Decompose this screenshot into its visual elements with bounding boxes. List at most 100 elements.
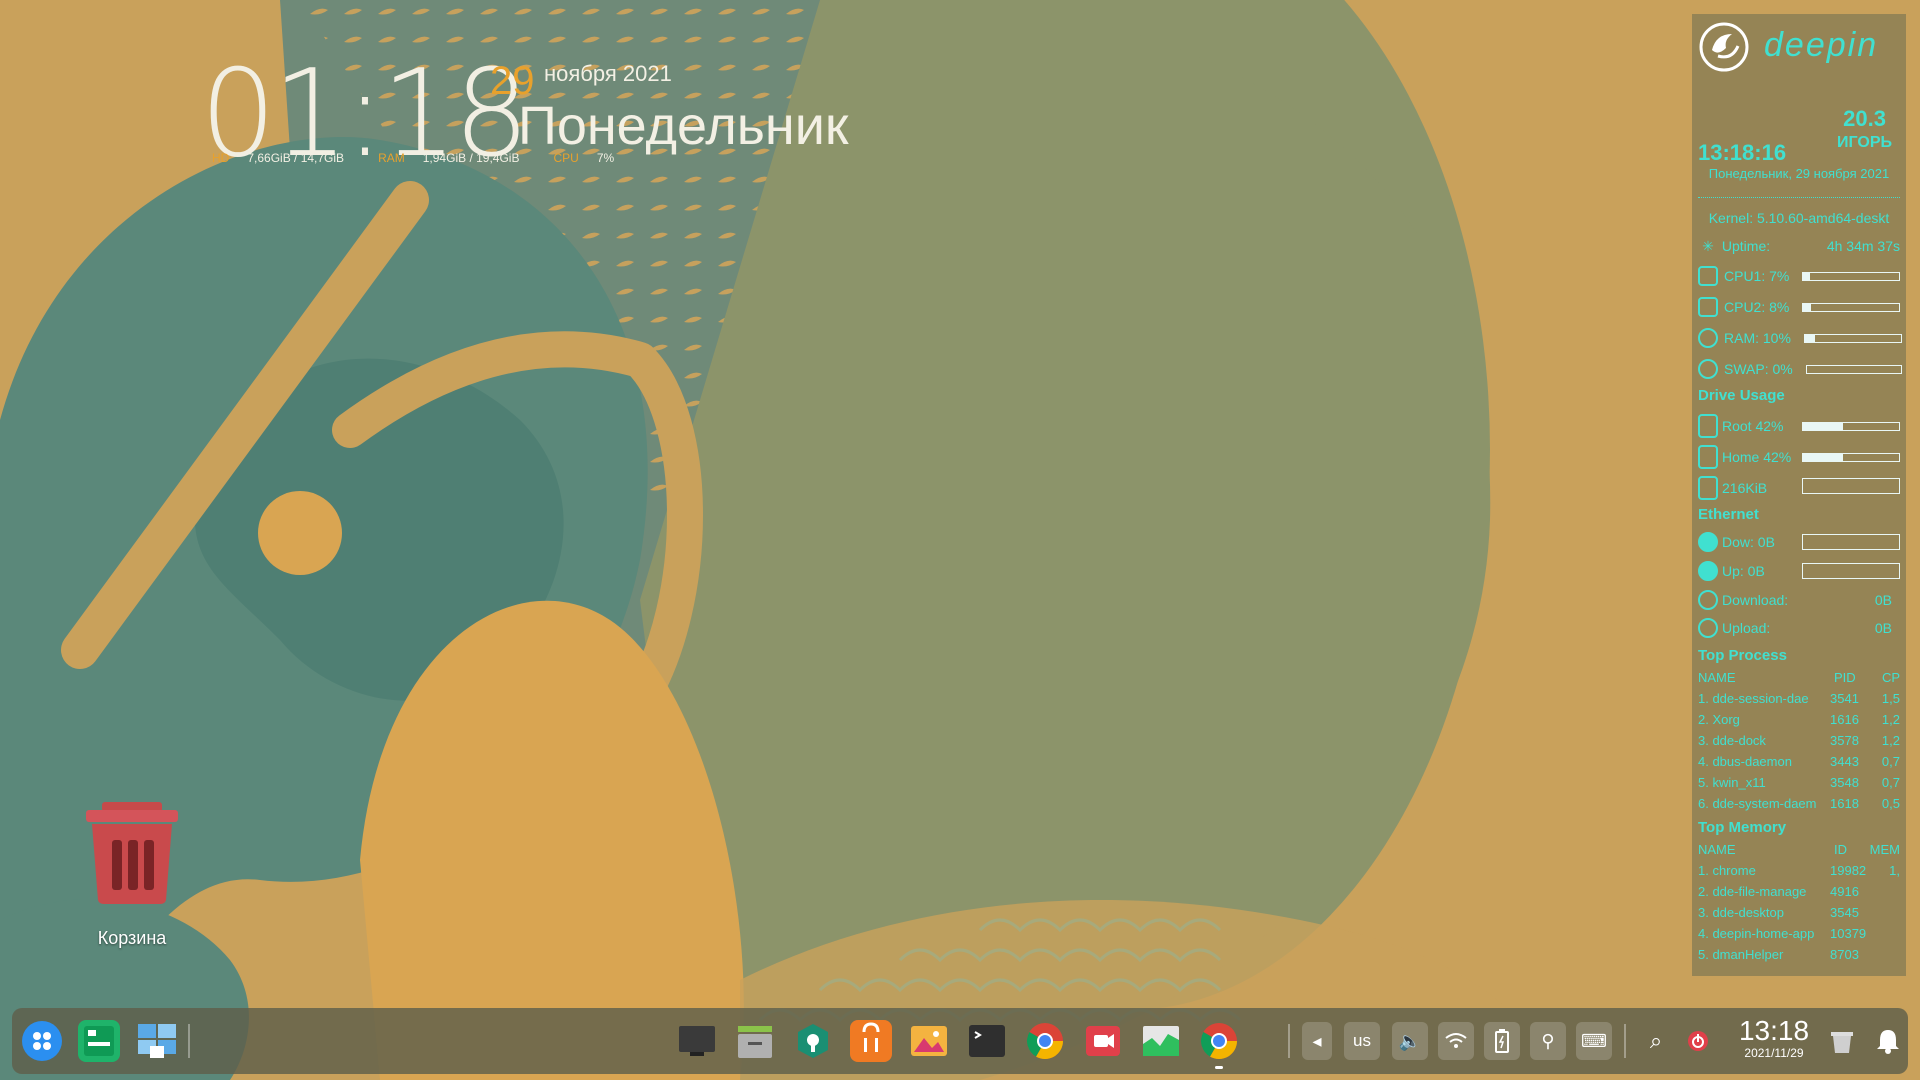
upload-total-row: Upload: 0B [1722, 618, 1900, 638]
cpu-icon [1698, 297, 1718, 317]
disk-io-graph [1802, 478, 1900, 494]
shutdown-button[interactable] [1680, 1022, 1716, 1060]
dock-clock[interactable]: 13:18 2021/11/29 [1734, 1015, 1814, 1061]
dock-separator [188, 1024, 190, 1058]
bell-icon [1877, 1030, 1899, 1054]
keyboard-layout-button[interactable]: us [1344, 1022, 1380, 1060]
deepin-logo-icon [1699, 22, 1749, 72]
uptime-icon: ✳ [1702, 238, 1714, 254]
chrome-icon [1026, 1023, 1063, 1060]
ethernet-title: Ethernet [1698, 506, 1759, 523]
home-usage-bar [1802, 453, 1900, 462]
process-row-value: 0,5 [1881, 796, 1900, 811]
image-viewer-icon [911, 1026, 947, 1056]
control-center-icon [798, 1024, 828, 1058]
search-button[interactable]: ⌕ [1638, 1022, 1674, 1060]
swap-bar [1806, 365, 1902, 374]
volume-button[interactable]: 🔈 [1392, 1022, 1428, 1060]
clock-system-stats: HD 7,66GiB / 14,7GiB RAM 1,94GiB / 19,4GiB C… [212, 151, 648, 165]
ram-value: 1,94GiB / 19,4GiB [422, 151, 520, 165]
dock-time: 13:18 [1738, 1015, 1810, 1046]
download-total-value: 0B [1874, 592, 1892, 608]
memory-row-value: 1, [1889, 863, 1900, 878]
onscreen-keyboard-button[interactable]: ⌨ [1576, 1022, 1612, 1060]
top-process-title: Top Process [1698, 647, 1787, 664]
system-monitor-icon [1143, 1026, 1179, 1056]
uptime-label: Uptime: [1721, 238, 1771, 254]
launcher-button[interactable] [22, 1021, 62, 1061]
multitask-icon [84, 1026, 114, 1056]
app-control-center[interactable] [792, 1020, 834, 1062]
usb-icon: ⚲ [1541, 1031, 1555, 1051]
workspace-button[interactable] [136, 1020, 178, 1062]
hd-value: 7,66GiB / 14,7GiB [247, 151, 345, 165]
download-graph [1802, 534, 1900, 550]
notification-button[interactable] [1870, 1022, 1906, 1060]
top-memory-title: Top Memory [1698, 819, 1787, 836]
download-total-icon [1698, 590, 1718, 610]
app-chrome[interactable] [1024, 1020, 1066, 1062]
chevron-left-icon: ◂ [1312, 1031, 1322, 1051]
trash-label: Корзина [97, 928, 167, 948]
upload-graph [1802, 563, 1900, 579]
divider [1698, 197, 1900, 198]
network-button[interactable] [1438, 1022, 1474, 1060]
memory-row-id: 10379 [1830, 926, 1867, 941]
tray-expand-button[interactable]: ◂ [1302, 1022, 1332, 1060]
keyboard-icon: ⌨ [1581, 1031, 1607, 1051]
cpu1-bar [1802, 272, 1900, 281]
app-chrome-2[interactable] [1198, 1020, 1240, 1069]
volume-icon: 🔈 [1398, 1031, 1422, 1051]
app-image-viewer[interactable] [908, 1020, 950, 1062]
dock-separator [1624, 1024, 1626, 1058]
clock-month-year: ноября 2021 [544, 61, 672, 86]
drive-usage-title: Drive Usage [1698, 387, 1785, 404]
kernel-info: Kernel: 5.10.60-amd64-deskt [1708, 210, 1890, 226]
uptime-value: 4h 34m 37s [1826, 238, 1900, 254]
upload-total-value: 0B [1874, 620, 1892, 636]
clock-weekday: Понедельник [518, 96, 849, 156]
upload-total-icon [1698, 618, 1718, 638]
memory-row-id: 3545 [1830, 905, 1859, 920]
dock-separator [1288, 1024, 1290, 1058]
uptime-row: ✳ Uptime: 4h 34m 37s [1698, 236, 1900, 256]
user-name: ИГОРЬ [1837, 134, 1892, 151]
file-manager-icon [738, 1026, 772, 1058]
system-monitor-panel: deepin 20.3 ИГОРЬ 13:18:16 Понедельник, … [1692, 14, 1906, 976]
power-status-button[interactable] [1484, 1022, 1520, 1060]
screen-recorder-icon [1086, 1026, 1120, 1056]
drive-icon [1698, 445, 1718, 469]
app-store-icon [862, 1022, 880, 1052]
launcher-icon [33, 1032, 51, 1050]
version: 20.3 [1843, 106, 1886, 131]
app-system-monitor[interactable] [1140, 1020, 1182, 1062]
process-row-value: 0,7 [1881, 775, 1900, 790]
process-row-value: 1,2 [1881, 733, 1900, 748]
drive-icon [1698, 414, 1718, 438]
ram-bar [1804, 334, 1902, 343]
app-screen-recorder[interactable] [1082, 1020, 1124, 1062]
process-row-value: 1,2 [1881, 712, 1900, 727]
app-terminal[interactable] [966, 1020, 1008, 1062]
app-monitor[interactable] [676, 1020, 718, 1062]
app-store[interactable] [850, 1020, 892, 1062]
root-usage-bar [1802, 422, 1900, 431]
cpu-label: CPU [553, 151, 579, 165]
disk-io-icon [1698, 476, 1718, 500]
download-total-label: Download: [1722, 592, 1789, 608]
swap-icon [1698, 359, 1718, 379]
taskbar-dock: ◂ us 🔈 ⚲ ⌨ ⌕ 13:18 2021/11/29 [12, 1008, 1908, 1074]
hd-label: HD [212, 151, 230, 165]
usb-button[interactable]: ⚲ [1530, 1022, 1566, 1060]
trash-dock-button[interactable] [1824, 1022, 1860, 1060]
ram-icon [1698, 328, 1718, 348]
multitask-view-button[interactable] [78, 1020, 120, 1062]
download-icon [1698, 532, 1718, 552]
monitor-app-icon [679, 1026, 715, 1056]
upload-total-label: Upload: [1722, 620, 1771, 636]
process-header-value: CP [1881, 670, 1900, 685]
process-row-value: 0,7 [1881, 754, 1900, 769]
app-file-manager[interactable] [734, 1020, 776, 1062]
download-total-row: Download: 0B [1722, 590, 1900, 610]
cpu-value: 7% [596, 151, 615, 165]
